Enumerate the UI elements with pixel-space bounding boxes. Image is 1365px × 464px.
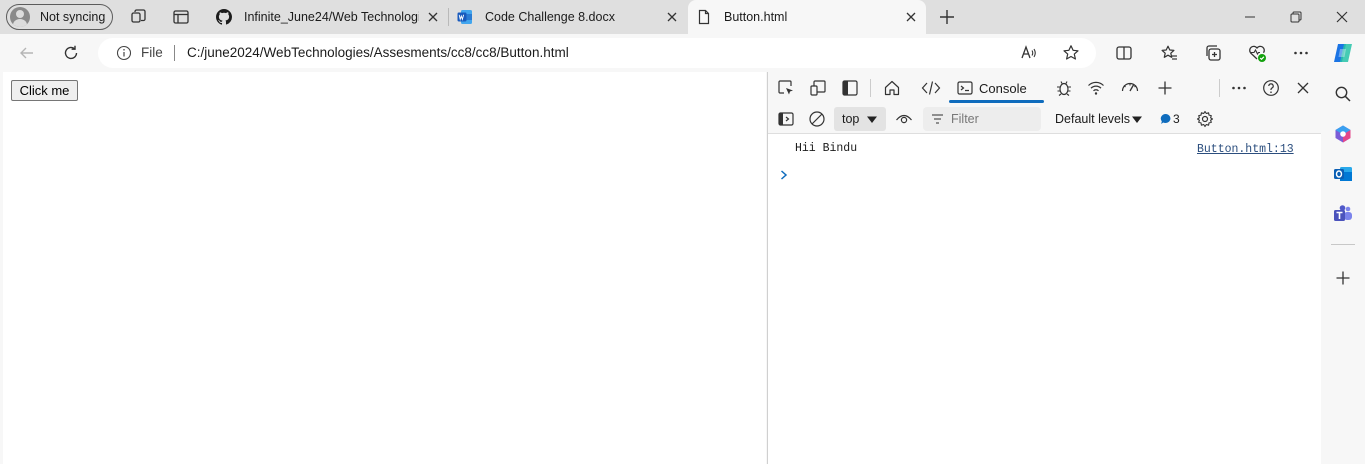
context-selector[interactable]: top: [834, 107, 886, 131]
url-text[interactable]: C:/june2024/WebTechnologies/Assesments/c…: [187, 45, 569, 60]
toolbar: File C:/june2024/WebTechnologies/Assesme…: [0, 34, 1365, 72]
device-emulation-icon[interactable]: [808, 78, 828, 98]
page-viewport: Click me: [3, 72, 766, 464]
tab-actions-icon[interactable]: [171, 7, 191, 27]
console-filter-input[interactable]: Filter: [923, 107, 1041, 131]
favorite-star-icon[interactable]: [1062, 44, 1080, 62]
close-tab-icon[interactable]: [904, 10, 918, 24]
message-count-icon: [1160, 113, 1171, 124]
live-expression-eye-icon[interactable]: [894, 109, 914, 129]
title-bar: Not syncing Infinite_June24/Web Technolo…: [0, 0, 1365, 34]
copilot-icon[interactable]: [1331, 41, 1355, 65]
console-sidebar-icon[interactable]: [776, 109, 796, 129]
tab-title: Code Challenge 8.docx: [485, 10, 615, 24]
close-tab-icon[interactable]: [665, 10, 679, 24]
minimize-icon[interactable]: [1227, 0, 1273, 34]
collections-icon[interactable]: [1202, 42, 1224, 64]
tab-console[interactable]: Console: [949, 73, 1044, 103]
new-tab-icon[interactable]: [937, 7, 957, 27]
log-levels-dropdown[interactable]: Default levels: [1055, 112, 1130, 126]
performance-icon[interactable]: [1120, 78, 1140, 98]
tab-title: Button.html: [724, 10, 788, 24]
workspaces-icon[interactable]: [129, 7, 149, 27]
help-icon[interactable]: [1261, 78, 1281, 98]
devtools-panel: Console top Filter Default levels 3 Hii …: [767, 72, 1322, 464]
search-icon[interactable]: [1333, 84, 1353, 104]
console-tab-label: Console: [979, 81, 1027, 96]
info-icon[interactable]: [116, 45, 132, 61]
restore-icon[interactable]: [1273, 0, 1319, 34]
inspect-element-icon[interactable]: [776, 78, 796, 98]
console-icon: [957, 81, 973, 95]
more-tools-plus-icon[interactable]: [1155, 78, 1175, 98]
more-options-icon[interactable]: [1290, 42, 1312, 64]
click-me-button[interactable]: Click me: [11, 80, 78, 101]
outlook-icon[interactable]: [1333, 164, 1353, 184]
clear-console-icon[interactable]: [807, 109, 827, 129]
refresh-icon[interactable]: [60, 42, 82, 64]
split-screen-icon[interactable]: [1113, 42, 1135, 64]
word-icon: [457, 10, 472, 24]
devtools-menu-icon[interactable]: [1229, 78, 1249, 98]
address-bar[interactable]: File C:/june2024/WebTechnologies/Assesme…: [98, 38, 1096, 68]
chevron-down-icon: [867, 116, 877, 123]
profile-button[interactable]: Not syncing: [6, 4, 113, 30]
microsoft-365-icon[interactable]: [1333, 124, 1353, 144]
sources-bug-icon[interactable]: [1054, 78, 1074, 98]
welcome-home-icon[interactable]: [882, 78, 902, 98]
edge-sidebar: [1321, 72, 1365, 464]
devtools-tabbar: Console: [768, 72, 1322, 104]
elements-icon[interactable]: [921, 78, 941, 98]
back-icon[interactable]: [16, 42, 38, 64]
console-toolbar: top Filter Default levels 3: [768, 104, 1322, 134]
log-source-link[interactable]: Button.html:13: [1197, 143, 1294, 156]
console-prompt-chevron-icon[interactable]: [779, 169, 789, 181]
file-icon: [698, 9, 710, 25]
profile-label: Not syncing: [40, 10, 106, 24]
filter-icon: [932, 114, 943, 124]
chevron-down-icon[interactable]: [1131, 115, 1143, 124]
teams-icon[interactable]: [1333, 204, 1353, 224]
close-window-icon[interactable]: [1319, 0, 1365, 34]
browser-essentials-icon[interactable]: [1246, 42, 1268, 64]
log-message: Hii Bindu: [795, 142, 858, 155]
network-wifi-icon[interactable]: [1086, 78, 1106, 98]
tab-word-document[interactable]: Code Challenge 8.docx: [449, 0, 687, 34]
tab-button-html[interactable]: Button.html: [688, 0, 926, 34]
github-icon: [216, 9, 232, 25]
add-sidebar-app-icon[interactable]: [1333, 268, 1353, 288]
close-devtools-icon[interactable]: [1293, 78, 1313, 98]
favorites-icon[interactable]: [1158, 42, 1180, 64]
file-label: File: [141, 45, 163, 60]
read-aloud-icon[interactable]: [1020, 44, 1038, 62]
console-settings-gear-icon[interactable]: [1195, 109, 1215, 129]
filter-placeholder: Filter: [951, 112, 979, 126]
console-log-entry: Hii Bindu Button.html:13: [768, 142, 1322, 160]
avatar-icon: [10, 7, 30, 27]
close-tab-icon[interactable]: [426, 10, 440, 24]
context-selector-value: top: [842, 112, 860, 126]
message-count[interactable]: 3: [1173, 112, 1180, 126]
tab-title: Infinite_June24/Web Technologie: [244, 10, 419, 24]
dock-side-icon[interactable]: [840, 78, 860, 98]
tab-github[interactable]: Infinite_June24/Web Technologie: [208, 0, 448, 34]
